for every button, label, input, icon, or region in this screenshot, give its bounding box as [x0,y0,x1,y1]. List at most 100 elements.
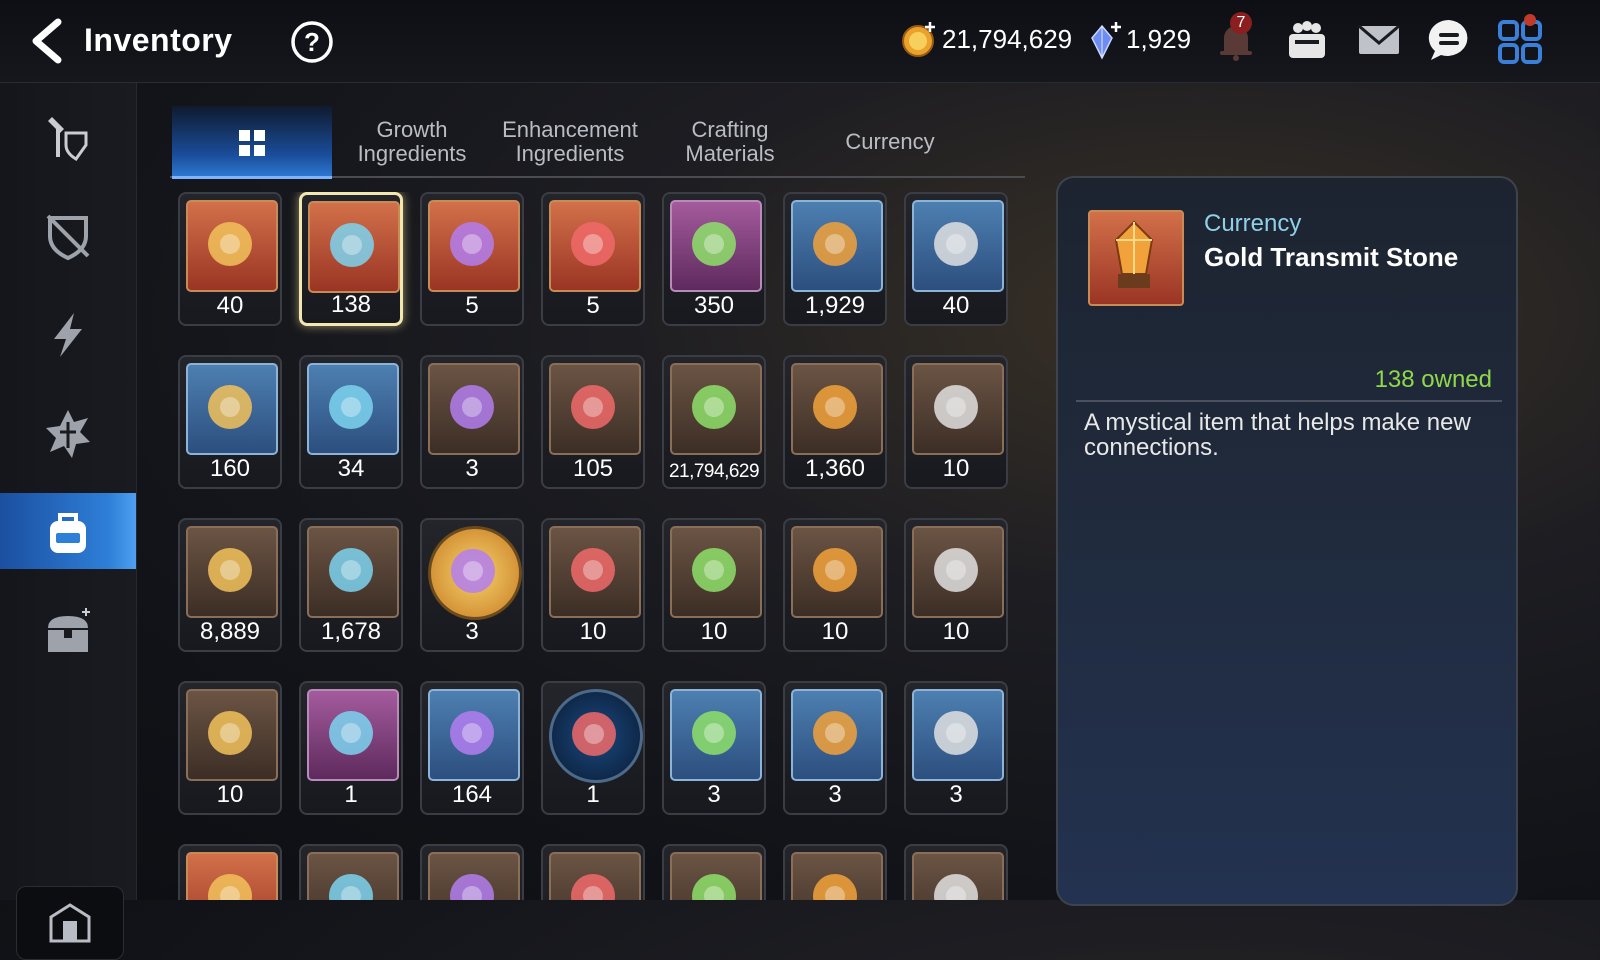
inventory-grid: 40 138 5 5 350 1,929 40 160 34 3 105 21,794,629 1,36… [178,192,1028,900]
item-count: 1 [586,781,600,808]
inventory-item[interactable]: 5 [541,192,645,326]
inventory-item[interactable]: 1,929 [783,192,887,326]
red-gem-box-icon [670,689,762,781]
crystal-gem-icon [1091,22,1121,60]
inventory-item[interactable]: 3 [420,518,524,652]
blue-gem-box-icon [791,689,883,781]
item-count: 1 [344,781,358,808]
inventory-item[interactable]: 1 [299,681,403,815]
inventory-item[interactable]: 8,889 [178,518,282,652]
inventory-item[interactable]: 160 [178,355,282,489]
category-tabs: Growth Ingredients Enhancement Ingredien… [170,106,1025,179]
help-icon[interactable]: ? [290,20,334,64]
inventory-item[interactable]: 10 [662,518,766,652]
inventory-item[interactable]: 34 [299,355,403,489]
sidebar-item-artifacts[interactable] [0,394,136,470]
tab-currency[interactable]: Currency [820,106,960,200]
item-count: 3 [465,455,479,482]
mail-icon[interactable] [1355,16,1403,64]
page-title: Inventory [84,22,233,58]
inventory-item[interactable] [299,844,403,900]
inventory-item[interactable]: 1,360 [783,355,887,489]
item-count: 3 [949,781,963,808]
cyan-orb-icon [791,526,883,618]
chest-icon [48,608,90,652]
sidebar-item-heroes[interactable] [0,97,136,173]
inventory-item[interactable]: 10 [904,355,1008,489]
inventory-item[interactable]: 40 [904,192,1008,326]
red-banner-icon [912,363,1004,455]
tab-enhancement-ingredients[interactable]: Enhancement Ingredients [495,106,645,188]
inventory-item[interactable]: 10 [178,681,282,815]
lightning-icon [54,313,82,357]
item-count: 1,929 [804,292,866,319]
inventory-item[interactable]: 40 [178,192,282,326]
inventory-item[interactable] [783,844,887,900]
green-orb-icon [186,689,278,781]
menu-alert-dot [1524,14,1536,26]
item-count: 3 [707,781,721,808]
artifact-icon [46,410,90,458]
back-arrow-icon[interactable] [24,16,70,66]
item-count: 34 [337,455,365,482]
inventory-item[interactable] [178,844,282,900]
inventory-item[interactable] [662,844,766,900]
inventory-item[interactable]: 3 [420,355,524,489]
party-icon[interactable] [1283,16,1331,64]
sidebar-item-skills[interactable] [0,295,136,371]
inventory-item[interactable] [904,844,1008,900]
sidebar-item-unequip[interactable] [0,196,136,272]
tab-all[interactable] [172,106,332,179]
sidebar-item-inventory[interactable] [0,493,136,569]
inventory-item[interactable]: 3 [662,681,766,815]
notification-badge: 7 [1230,12,1252,34]
inventory-item[interactable]: 10 [783,518,887,652]
item-count: 5 [586,292,600,319]
gold-amount: 21,794,629 [942,24,1073,54]
fox-tail-icon [307,689,399,781]
inventory-item[interactable]: 138 [299,192,403,326]
item-description: A mystical item that helps make new conn… [1084,409,1471,461]
tab-label: Growth Ingredients [357,117,467,166]
backpack-icon [50,513,86,553]
gold-coin-icon [902,22,935,57]
ginseng-icon [428,689,520,781]
item-count: 10 [942,618,970,645]
item-name: Gold Transmit Stone [1204,242,1459,272]
inventory-item[interactable]: 1,678 [299,518,403,652]
tab-label: Crafting Materials [685,117,775,166]
inventory-item[interactable]: 105 [541,355,645,489]
purple-orb-icon [549,526,641,618]
inventory-item[interactable]: 3 [783,681,887,815]
menu-grid-icon[interactable] [1496,16,1544,64]
inventory-item[interactable] [541,844,645,900]
inventory-item[interactable]: 5 [420,192,524,326]
mascot-coin-icon [428,526,522,620]
inventory-item[interactable] [420,844,524,900]
item-count: 1,678 [320,618,382,645]
inventory-item[interactable]: 3 [904,681,1008,815]
sidebar-item-storage[interactable] [0,592,136,668]
item-count: 3 [465,618,479,645]
inventory-item[interactable]: 350 [662,192,766,326]
gold-coin-icon [670,363,762,455]
chat-icon[interactable] [1425,16,1473,64]
star-charm-icon [307,363,399,455]
tab-growth-ingredients[interactable]: Growth Ingredients [340,106,484,188]
inventory-item[interactable]: 164 [420,681,524,815]
partial-item-icon [307,852,399,900]
inventory-item[interactable]: 21,794,629 [662,355,766,489]
blue-rune-coin-icon [549,689,643,783]
inventory-item[interactable]: 10 [904,518,1008,652]
item-category: Currency [1204,210,1302,237]
svg-text:?: ? [304,27,320,57]
fist-emblem-icon [791,363,883,455]
teal-crystal-icon [912,200,1004,292]
green-heart-icon [549,363,641,455]
partial-item-icon [186,852,278,900]
sidebar-guild-button[interactable] [16,886,124,960]
inventory-item[interactable]: 1 [541,681,645,815]
inventory-item[interactable]: 10 [541,518,645,652]
tab-crafting-materials[interactable]: Crafting Materials [660,106,800,188]
green-clover-charm-icon [549,200,641,292]
